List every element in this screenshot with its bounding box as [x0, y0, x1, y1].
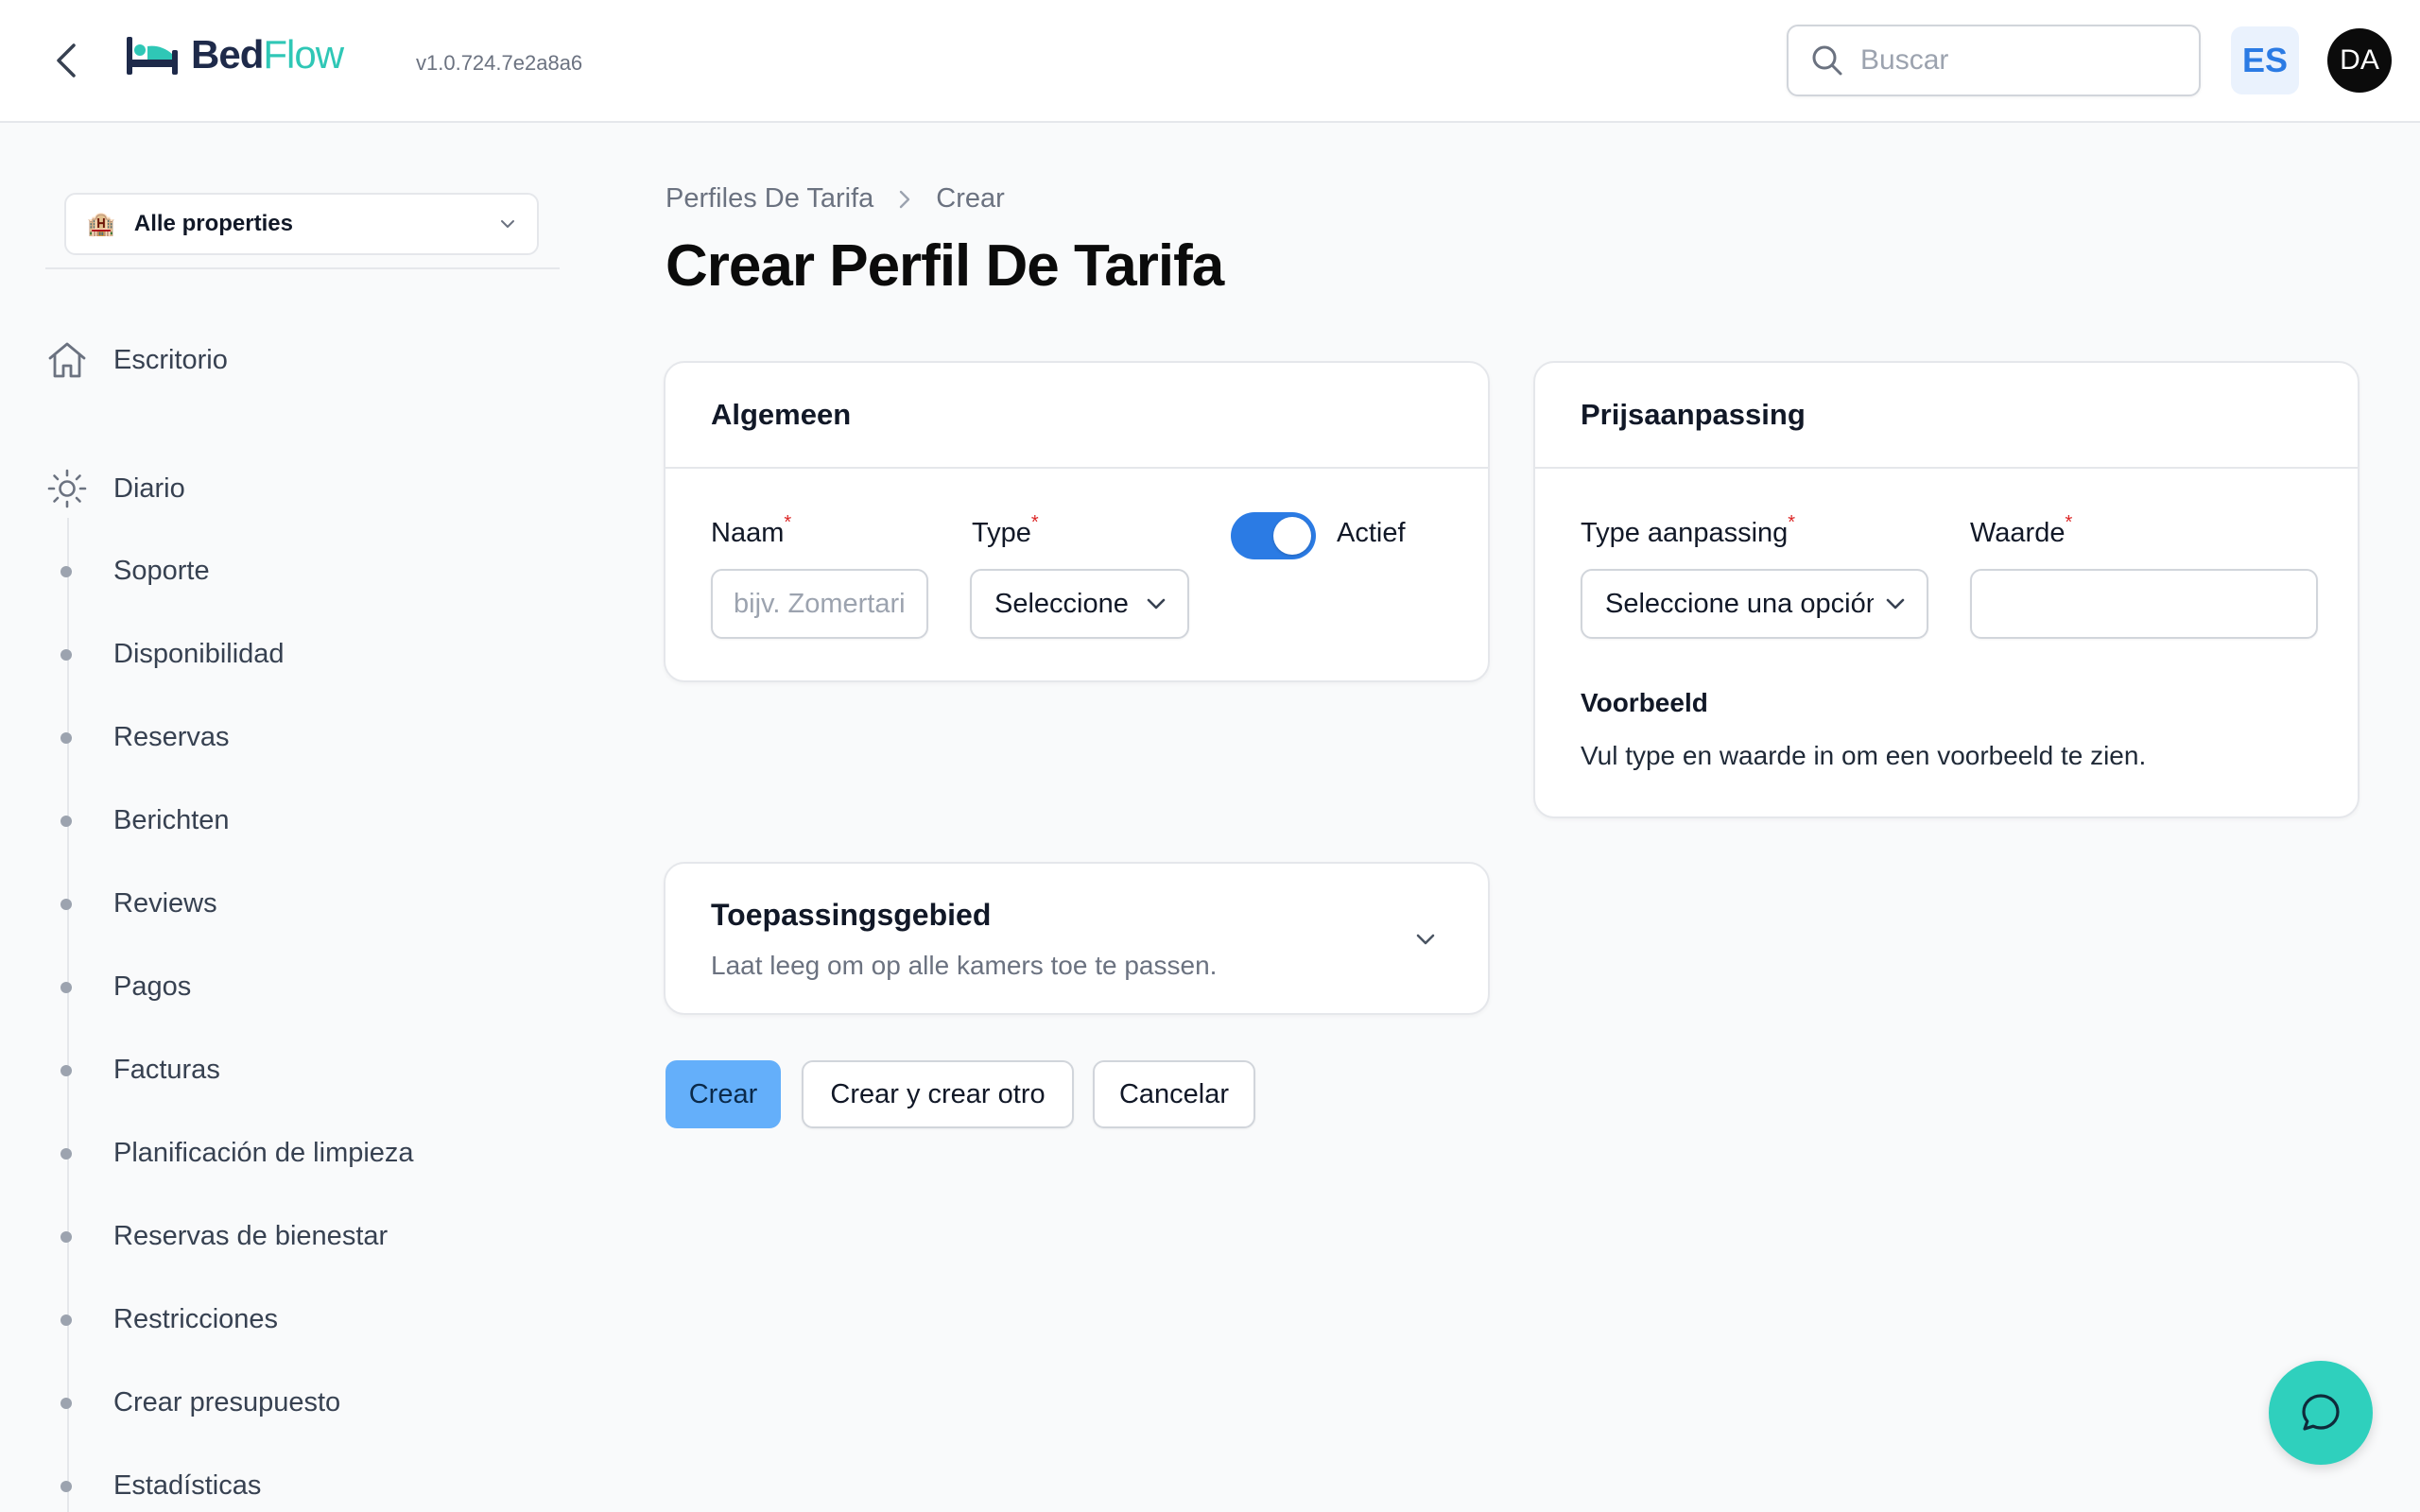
- general-card-title: Algemeen: [666, 363, 1488, 469]
- sidebar-item-label: Escritorio: [113, 344, 228, 375]
- bullet-dot: [60, 815, 72, 827]
- name-label: Naam*: [711, 512, 792, 548]
- sidebar-subitem-reservas[interactable]: Reservas: [60, 722, 230, 753]
- name-input[interactable]: [711, 569, 928, 639]
- sidebar-subitem-label: Restricciones: [113, 1304, 279, 1334]
- breadcrumb-current: Crear: [936, 183, 1005, 214]
- property-selector-label: Alle properties: [133, 211, 293, 236]
- type-label: Type*: [972, 512, 1039, 548]
- chevron-down-icon: [1416, 934, 1435, 945]
- bullet-dot: [60, 731, 72, 744]
- sidebar-subitem-label: Facturas: [113, 1055, 220, 1085]
- price-adjustment-card: Prijsaanpassing Type aanpassing* Selecci…: [1533, 361, 2360, 818]
- create-another-button[interactable]: Crear y crear otro: [802, 1060, 1074, 1128]
- bullet-dot: [60, 565, 72, 577]
- search-input[interactable]: [1860, 44, 2163, 77]
- sidebar-subitem-pagos[interactable]: Pagos: [60, 971, 191, 1003]
- bullet-dot: [60, 1480, 72, 1492]
- general-card: Algemeen Naam* Type* Seleccione una opci…: [664, 361, 1490, 682]
- sidebar-subitem-label: Pagos: [113, 971, 192, 1002]
- sidebar-item-escritorio[interactable]: Escritorio: [45, 338, 228, 382]
- app-version: v1.0.724.7e2a8a6: [416, 51, 583, 75]
- sun-icon: [47, 469, 87, 508]
- sidebar-divider: [45, 267, 560, 269]
- sidebar-subitem-label: Reviews: [113, 888, 217, 919]
- sidebar-subitem-reviews[interactable]: Reviews: [60, 888, 217, 919]
- scope-card[interactable]: Toepassingsgebied Laat leeg om op alle k…: [664, 862, 1490, 1015]
- bullet-dot: [60, 1147, 72, 1160]
- bullet-dot: [60, 981, 72, 993]
- sidebar-subitem-label: Berichten: [113, 805, 230, 835]
- sidebar-subitem-label: Soporte: [113, 556, 210, 586]
- scope-card-subtitle: Laat leeg om op alle kamers toe te passe…: [711, 951, 1218, 980]
- chevron-down-icon: [501, 220, 514, 228]
- user-avatar[interactable]: DA: [2327, 28, 2392, 93]
- language-switcher[interactable]: ES: [2231, 26, 2299, 94]
- chevron-right-icon: [900, 190, 910, 208]
- sidebar-subitem-label: Reservas de bienestar: [113, 1221, 389, 1251]
- sidebar-subitem-soporte[interactable]: Soporte: [60, 556, 210, 587]
- create-button[interactable]: Crear: [666, 1060, 781, 1128]
- adjustment-type-select[interactable]: Seleccione una opción: [1581, 569, 1928, 639]
- bullet-dot: [60, 1314, 72, 1326]
- back-button[interactable]: [45, 38, 87, 83]
- sidebar-subitem-berichten[interactable]: Berichten: [60, 805, 230, 836]
- bullet-dot: [60, 1064, 72, 1076]
- active-toggle[interactable]: [1231, 512, 1316, 559]
- toggle-knob: [1273, 517, 1311, 555]
- search-icon: [1812, 45, 1842, 76]
- page-title: Crear Perfil De Tarifa: [666, 233, 1224, 299]
- sidebar-subitem-disponibilidad[interactable]: Disponibilidad: [60, 639, 285, 670]
- bullet-dot: [60, 1230, 72, 1243]
- breadcrumb-parent-link[interactable]: Perfiles De Tarifa: [666, 183, 873, 215]
- sidebar-subitem-facturas[interactable]: Facturas: [60, 1055, 220, 1086]
- sidebar-subitem-label: Planificación de limpieza: [113, 1138, 414, 1168]
- chat-support-button[interactable]: [2269, 1361, 2373, 1465]
- chat-bubble-icon: [2302, 1394, 2340, 1431]
- sidebar-subitem-planificacion-limpieza[interactable]: Planificación de limpieza: [60, 1138, 414, 1169]
- sidebar-item-label: Diario: [113, 472, 185, 504]
- active-label: Actief: [1337, 518, 1406, 548]
- preview-title: Voorbeeld: [1581, 688, 1708, 717]
- bullet-dot: [60, 648, 72, 661]
- sidebar-subitem-estadisticas[interactable]: Estadísticas: [60, 1470, 261, 1502]
- adjustment-type-label: Type aanpassing*: [1581, 512, 1796, 548]
- bed-logo-icon: [127, 37, 178, 75]
- sidebar-subitem-label: Estadísticas: [113, 1470, 262, 1501]
- search-box[interactable]: [1787, 25, 2201, 96]
- type-select[interactable]: Seleccione una opción: [970, 569, 1189, 639]
- cancel-button[interactable]: Cancelar: [1093, 1060, 1255, 1128]
- sidebar-item-diario[interactable]: Diario: [45, 467, 185, 510]
- preview-text: Vul type en waarde in om een voorbeeld t…: [1581, 741, 2147, 770]
- chevron-down-icon: [1886, 598, 1905, 610]
- property-selector[interactable]: 🏨 Alle properties: [64, 193, 539, 255]
- price-card-title: Prijsaanpassing: [1535, 363, 2358, 469]
- sidebar-subitem-restricciones[interactable]: Restricciones: [60, 1304, 278, 1335]
- value-label: Waarde*: [1970, 512, 2073, 548]
- breadcrumb: Perfiles De Tarifa Crear: [666, 183, 1005, 215]
- value-input[interactable]: [1970, 569, 2318, 639]
- chevron-down-icon: [1147, 598, 1166, 610]
- sidebar-subitem-label: Reservas: [113, 722, 230, 752]
- type-select-value: Seleccione una opción: [994, 588, 1134, 619]
- adjustment-type-value: Seleccione una opción: [1605, 588, 1874, 619]
- hotel-icon: 🏨: [87, 211, 115, 237]
- bullet-dot: [60, 898, 72, 910]
- top-bar: BedFlow v1.0.724.7e2a8a6 ES DA: [0, 0, 2420, 123]
- logo-text: BedFlow: [191, 32, 344, 77]
- sidebar-subitem-crear-presupuesto[interactable]: Crear presupuesto: [60, 1387, 340, 1418]
- bullet-dot: [60, 1397, 72, 1409]
- home-icon: [48, 342, 86, 378]
- sidebar-subitem-reservas-bienestar[interactable]: Reservas de bienestar: [60, 1221, 388, 1252]
- chevron-left-icon: [57, 43, 76, 77]
- scope-card-title: Toepassingsgebied: [711, 898, 992, 932]
- app-logo[interactable]: BedFlow: [125, 32, 344, 77]
- sidebar-subitem-label: Disponibilidad: [113, 639, 285, 669]
- sidebar-subitem-label: Crear presupuesto: [113, 1387, 341, 1418]
